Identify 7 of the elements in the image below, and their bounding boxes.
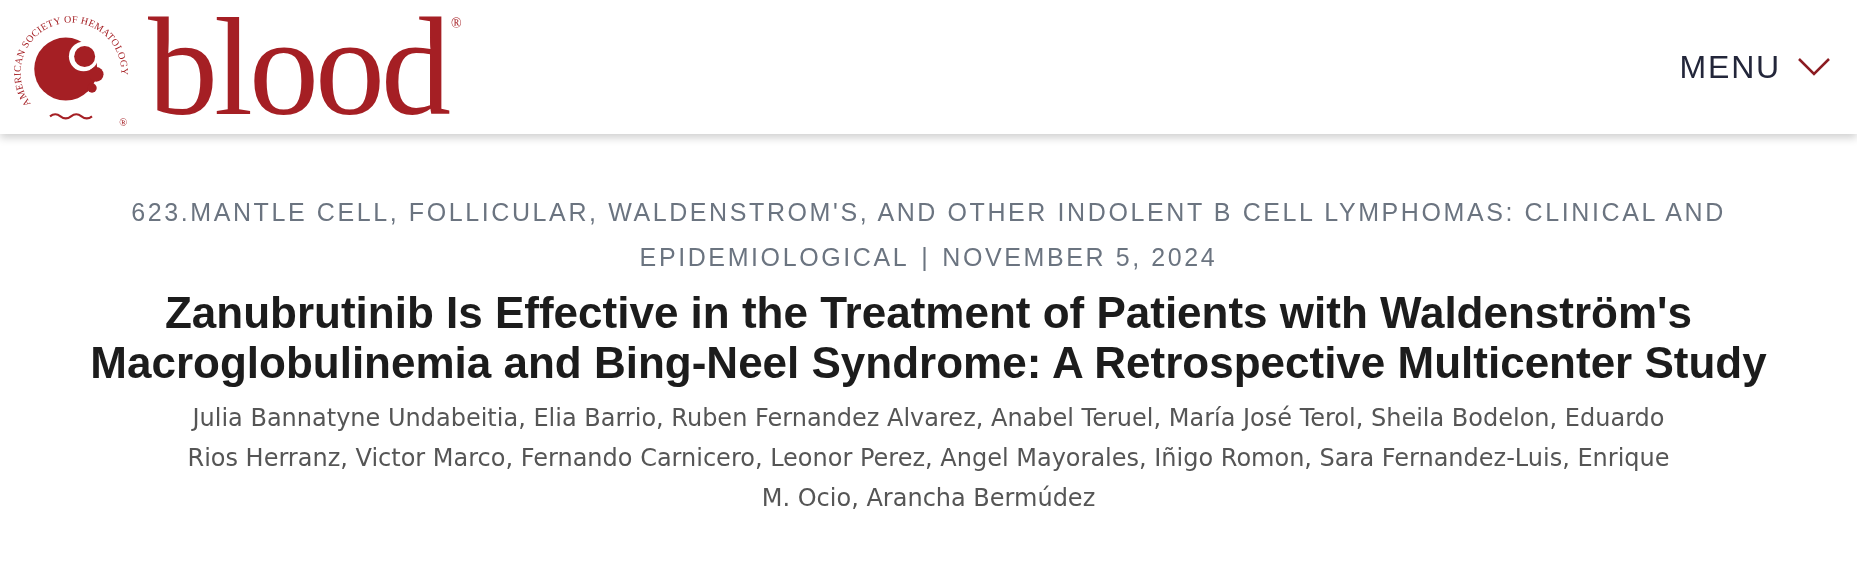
article-meta: 623.MANTLE CELL, FOLLICULAR, WALDENSTROM'S, AND OTHER INDOLENT B CELL LYMPHOMAS: CLINICAL AND EPIDEMIOLOGICAL | NOVEMBER 5, 2024 xyxy=(130,197,1727,273)
article-title: Zanubrutinib Is Effective in the Treatment of Patients with Waldenström's Macroglobulinemia and Bing-Neel Syndrome: A Retrospective Multicenter Study xyxy=(89,288,1768,388)
menu-button[interactable]: MENU xyxy=(1679,44,1831,90)
author-list: Julia Bannatyne Undabeitia, Elia Barrio, Ruben Fernandez Alvarez, Anabel Teruel, María José Terol, Sheila Bodelon, Eduardo Rios Herranz, Victor Marco, Fernando Carnicero, Leonor Perez, Angel Mayorales, Iñigo Romon, Sara Fernandez-Luis, Enrique M. Ocio, Arancha Bermúdez xyxy=(178,398,1679,518)
logo-wordmark[interactable]: blood xyxy=(148,7,447,127)
chevron-icon xyxy=(1797,57,1831,77)
registered-mark: ® xyxy=(450,16,462,32)
